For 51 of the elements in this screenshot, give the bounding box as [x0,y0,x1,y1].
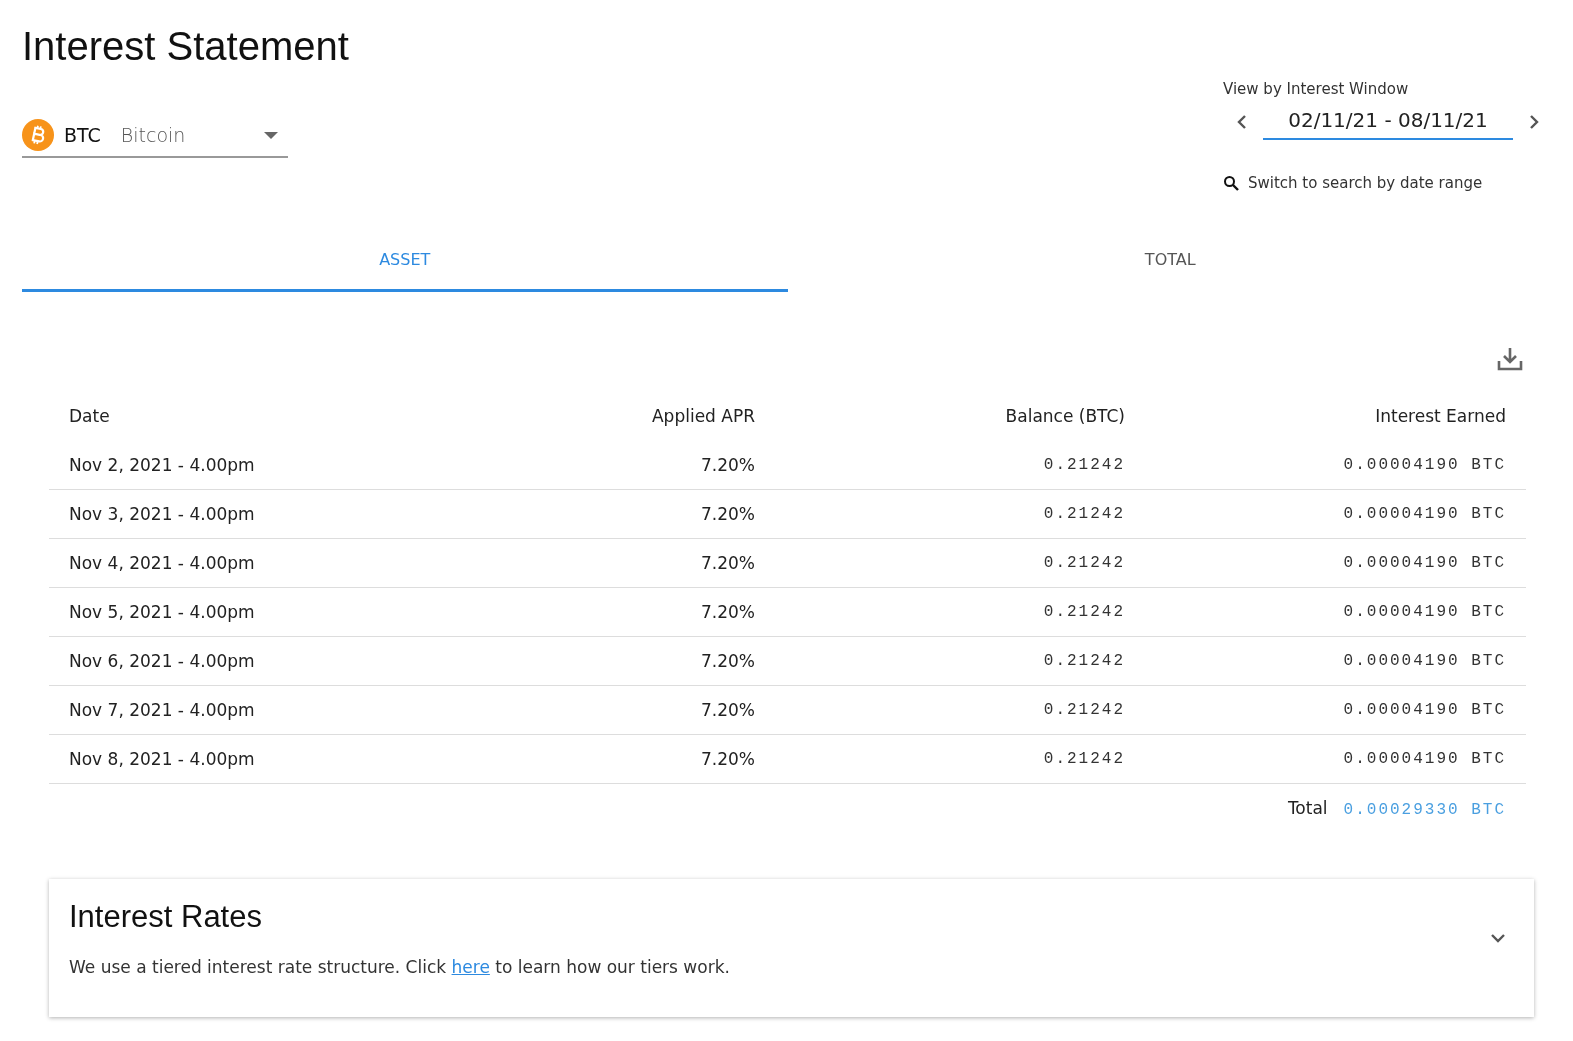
expand-chevron-icon[interactable] [1490,933,1506,943]
table-cell-text: 7.20% [700,553,755,573]
chevron-right-icon[interactable] [1529,114,1539,130]
table-cell-text: Nov 7, 2021 - 4.00pm [69,700,256,720]
table-cell-text: 0.21242 [1042,652,1125,670]
table-cell-text: 7.20% [700,749,755,769]
table-cell-text: 7.20% [700,455,755,475]
table-cell-text: 0.00004190 BTC [1342,750,1506,768]
chevron-left-icon[interactable] [1237,114,1247,130]
search-icon [1223,175,1239,191]
asset-select[interactable]: BTC Bitcoin [22,114,288,158]
total-value: 0.00029330 BTC [1343,801,1506,819]
switch-date-range-link[interactable]: Switch to search by date range [1248,174,1483,192]
tab[interactable]: ASSET [22,228,788,292]
total-label: Total [1287,798,1328,818]
bitcoin-coin-icon [22,119,54,151]
column-header: Balance (BTC) [1004,406,1125,426]
table-cell-text: Nov 2, 2021 - 4.00pm [69,455,256,475]
table-cell-text: Nov 8, 2021 - 4.00pm [69,749,256,769]
table-cell-text: 0.21242 [1042,750,1125,768]
table-cell-text: 0.00004190 BTC [1342,456,1506,474]
column-header: Applied APR [651,406,755,426]
column-header: Interest Earned [1374,406,1506,426]
table-cell-text: 0.21242 [1042,701,1125,719]
table-cell-text: 7.20% [700,651,755,671]
dropdown-caret-icon [264,131,278,139]
table-cell-text: 0.21242 [1042,554,1125,572]
interest-window-label: View by Interest Window [1223,80,1410,98]
table-cell-text: 0.21242 [1042,456,1125,474]
table-cell-text: 0.00004190 BTC [1342,505,1506,523]
table-cell-text: 0.00004190 BTC [1342,652,1506,670]
table-cell-text: 0.00004190 BTC [1342,603,1506,621]
table-cell-text: Nov 3, 2021 - 4.00pm [69,504,256,524]
column-header: Date [69,406,111,426]
table-cell-text: 0.21242 [1042,603,1125,621]
table-cell-text: Nov 6, 2021 - 4.00pm [69,651,256,671]
card-title: Interest Rates [69,899,263,935]
table-cell-text: 7.20% [700,504,755,524]
table-cell-text: 0.21242 [1042,505,1125,523]
table-cell-text: 7.20% [700,602,755,622]
table-cell-text: Nov 4, 2021 - 4.00pm [69,553,256,573]
learn-more-link[interactable]: here [451,957,490,977]
page-title: Interest Statement [22,23,349,70]
table-cell-text: 0.00004190 BTC [1342,554,1506,572]
table-cell-text: 7.20% [700,700,755,720]
card-description: We use a tiered interest rate structure. Click here to learn how our tiers work. [69,957,730,977]
tab[interactable]: TOTAL [787,228,1553,292]
interest-window-field[interactable]: 02/11/21 - 08/11/21 [1263,104,1513,140]
table-cell-text: Nov 5, 2021 - 4.00pm [69,602,256,622]
download-icon[interactable] [1497,347,1523,371]
table-cell-text: 0.00004190 BTC [1342,701,1506,719]
